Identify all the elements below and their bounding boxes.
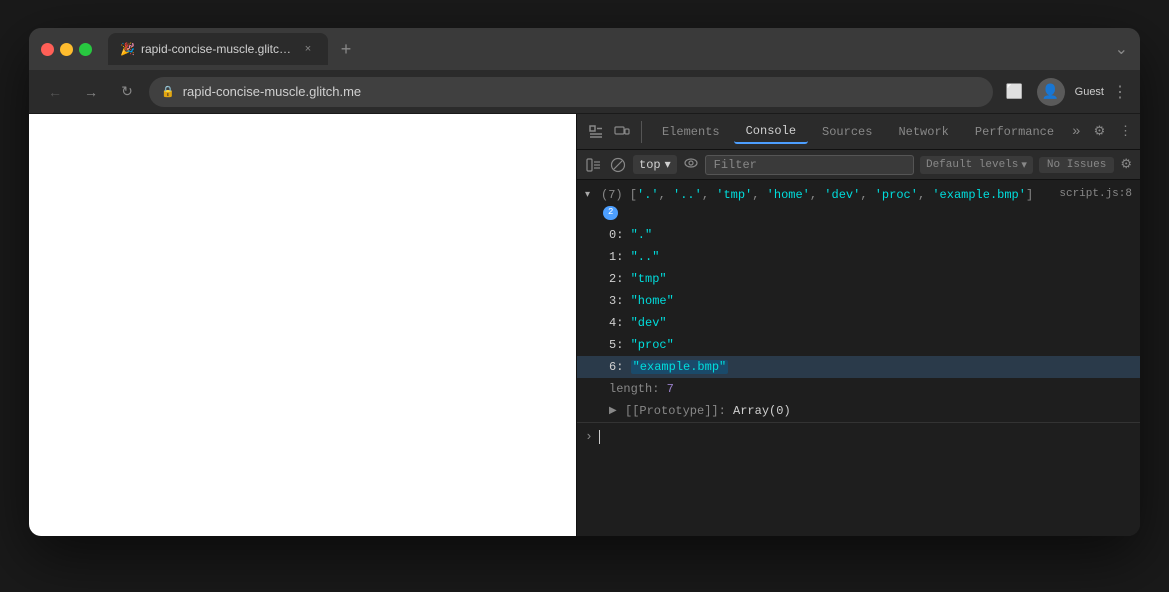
console-toolbar: top ▾ Filter Default levels ▾ No Issues [577,150,1140,180]
array-item-5: 5: "proc" [577,334,1140,356]
traffic-lights [41,43,92,56]
devtools-toolbar: Elements Console Sources Network Perform… [577,114,1140,150]
array-item-4: 4: "dev" [577,312,1140,334]
tab-title: rapid-concise-muscle.glitch.m... [141,42,294,56]
forward-button[interactable]: → [77,78,105,106]
inspect-element-button[interactable] [585,121,607,143]
devtools-more-button[interactable]: ⋮ [1115,121,1137,143]
console-array-summary-line: ▾ (7) ['.', '..', 'tmp', 'home', 'dev', … [577,184,1140,224]
tab-performance[interactable]: Performance [963,121,1066,143]
devtools-side-icons [585,121,642,143]
item-2-text: 2: "tmp" [609,270,667,288]
item-0-text: 0: "." [609,226,652,244]
item-5-text: 5: "proc" [609,336,674,354]
maximize-traffic-light[interactable] [79,43,92,56]
item-1-text: 1: ".." [609,248,659,266]
array-badge: 2 [603,206,618,220]
item-3-text: 3: "home" [609,292,674,310]
array-item-2: 2: "tmp" [577,268,1140,290]
source-link[interactable]: script.js:8 [1059,186,1132,203]
console-context-arrow: ▾ [665,157,671,172]
console-output: ▾ (7) ['.', '..', 'tmp', 'home', 'dev', … [577,180,1140,536]
profile-label: Guest [1075,86,1104,98]
level-label: Default levels [926,159,1018,171]
devtools-toolbar-right: ⚙ ⋮ × [1089,121,1141,143]
length-text: length: 7 [609,380,674,398]
page-viewport [29,114,576,536]
tab-sources[interactable]: Sources [810,121,884,143]
filter-placeholder: Filter [714,158,757,172]
console-level-select[interactable]: Default levels ▾ [920,156,1033,174]
lock-icon: 🔒 [161,85,175,98]
profile-button[interactable]: 👤 [1037,78,1065,106]
sidebar-toggle-button[interactable]: ⬜ [1001,78,1029,106]
level-arrow: ▾ [1021,158,1027,172]
array-item-0: 0: "." [577,224,1140,246]
minimize-traffic-light[interactable] [60,43,73,56]
nav-right: ⬜ 👤 Guest ⋮ [1001,78,1128,106]
prototype-line: ▶ [[Prototype]]: Array(0) [577,400,1140,422]
item-6-text: 6: "example.bmp" [609,358,728,376]
console-sidebar-button[interactable] [585,156,603,174]
no-issues-button[interactable]: No Issues [1039,157,1114,173]
console-context-value: top [639,158,661,172]
device-toggle-button[interactable] [611,121,633,143]
tab-elements[interactable]: Elements [650,121,732,143]
profile-icon: 👤 [1042,83,1059,100]
new-tab-button[interactable]: + [332,35,360,63]
devtools-tabs: Elements Console Sources Network Perform… [650,120,1085,144]
more-tabs-button[interactable]: » [1068,124,1084,140]
console-settings-button[interactable]: ⚙ [1120,157,1132,172]
active-tab[interactable]: 🎉 rapid-concise-muscle.glitch.m... × [108,33,328,65]
devtools-settings-button[interactable]: ⚙ [1089,121,1111,143]
address-bar[interactable]: 🔒 rapid-concise-muscle.glitch.me [149,77,993,107]
console-prompt: › [585,427,593,447]
array-item-1: 1: ".." [577,246,1140,268]
console-clear-button[interactable] [609,156,627,174]
main-content: Elements Console Sources Network Perform… [29,114,1140,536]
console-eye-button[interactable] [683,155,699,175]
item-4-text: 4: "dev" [609,314,667,332]
console-input-line[interactable]: › [577,422,1140,451]
array-length-line: length: 7 [577,378,1140,400]
browser-window: 🎉 rapid-concise-muscle.glitch.m... × + ⌄… [29,28,1140,536]
nav-more-button[interactable]: ⋮ [1112,82,1128,102]
nav-bar: ← → ↻ 🔒 rapid-concise-muscle.glitch.me ⬜… [29,70,1140,114]
tab-favicon: 🎉 [120,42,135,56]
title-bar: 🎉 rapid-concise-muscle.glitch.m... × + ⌄ [29,28,1140,70]
tab-close-button[interactable]: × [300,41,316,57]
back-button[interactable]: ← [41,78,69,106]
array-expand-arrow[interactable]: ▾ [585,186,597,203]
prototype-expand-arrow[interactable]: ▶ [609,402,621,419]
tab-network[interactable]: Network [886,121,960,143]
array-summary-text: (7) ['.', '..', 'tmp', 'home', 'dev', 'p… [601,186,1055,222]
tab-console[interactable]: Console [734,120,808,144]
array-item-3: 3: "home" [577,290,1140,312]
prototype-text: [[Prototype]]: Array(0) [625,402,791,420]
console-cursor [599,430,600,444]
reload-button[interactable]: ↻ [113,78,141,106]
array-item-6: 6: "example.bmp" [577,356,1140,378]
close-traffic-light[interactable] [41,43,54,56]
console-filter-input[interactable]: Filter [705,155,914,175]
window-more-button[interactable]: ⌄ [1115,39,1128,59]
address-text: rapid-concise-muscle.glitch.me [183,84,981,99]
tab-bar: 🎉 rapid-concise-muscle.glitch.m... × + [108,33,1107,65]
console-context-select[interactable]: top ▾ [633,155,677,174]
devtools-panel: Elements Console Sources Network Perform… [576,114,1140,536]
